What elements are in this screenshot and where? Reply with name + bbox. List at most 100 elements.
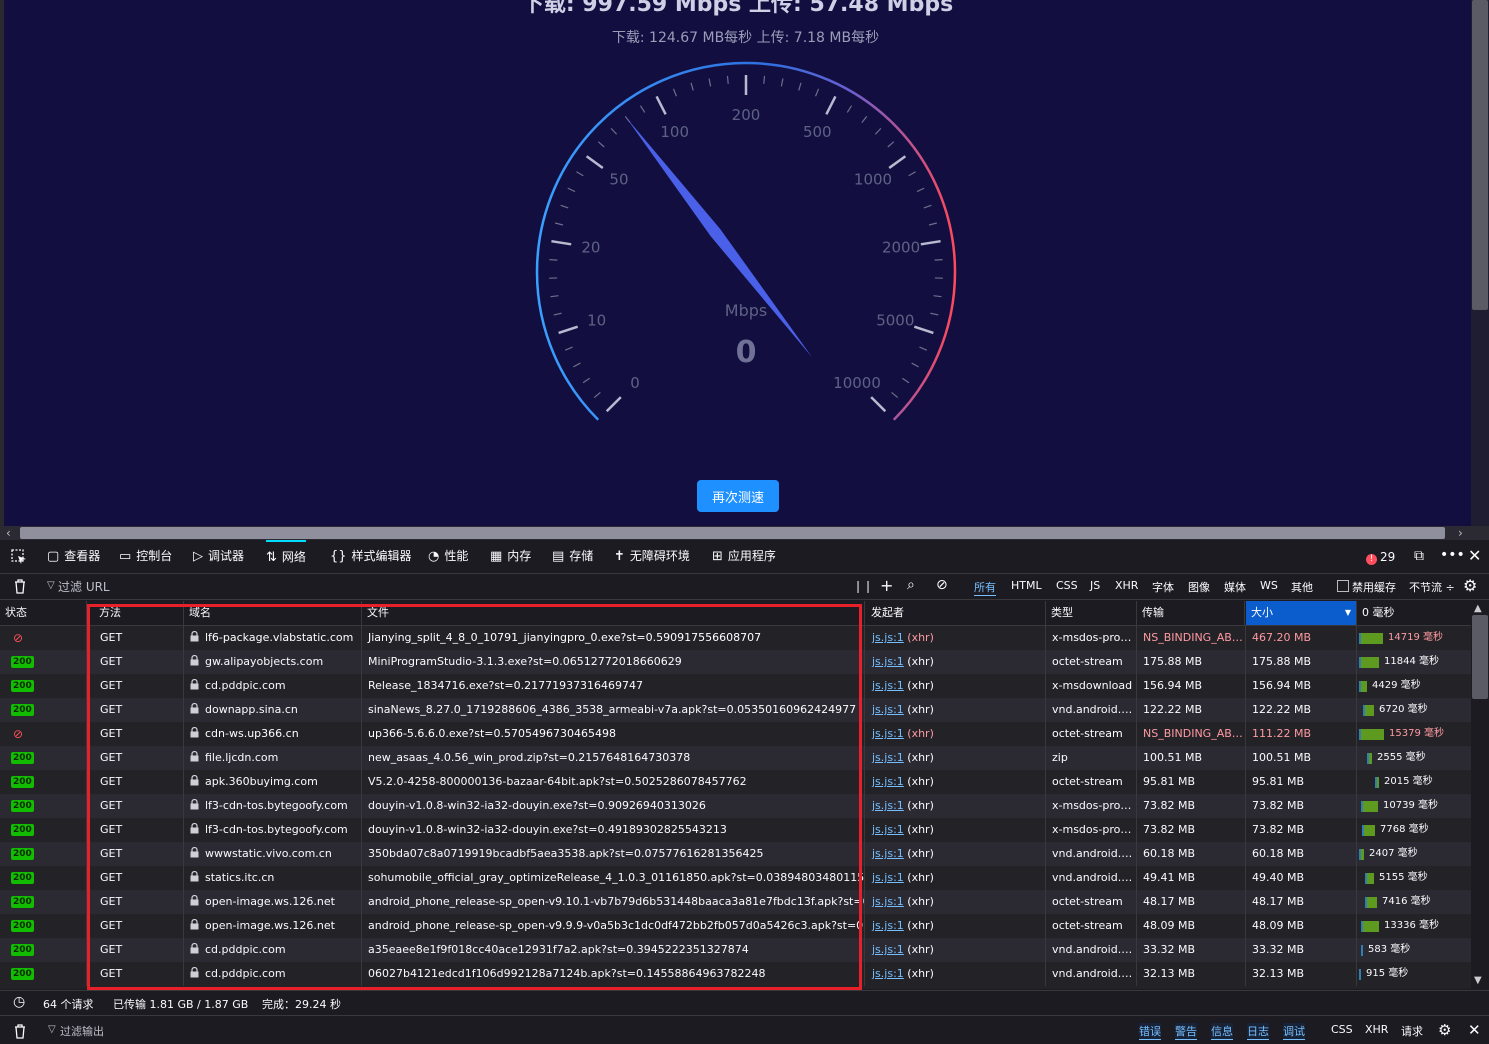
- col-waterfall[interactable]: 0 毫秒: [1357, 601, 1471, 625]
- initiator-link[interactable]: js.js:1: [872, 703, 904, 716]
- retest-button[interactable]: 再次测速: [697, 480, 779, 512]
- file-cell: android_phone_release-sp_open-v9.9.9-v0a…: [362, 914, 865, 938]
- initiator-link[interactable]: js.js:1: [872, 679, 904, 692]
- col-file[interactable]: 文件: [362, 601, 865, 625]
- filter-url-input[interactable]: [38, 576, 850, 598]
- table-row[interactable]: 200GETgw.alipayobjects.comMiniProgramStu…: [0, 650, 1471, 674]
- type-filter-1[interactable]: HTML: [1011, 579, 1042, 592]
- search-icon[interactable]: ⌕: [907, 577, 915, 593]
- type-filter-5[interactable]: 字体: [1152, 579, 1174, 595]
- type-filter-7[interactable]: 媒体: [1224, 579, 1246, 595]
- add-icon[interactable]: +: [880, 576, 893, 595]
- settings-gear-icon[interactable]: ⚙: [1463, 576, 1477, 595]
- console-extra-2[interactable]: 请求: [1401, 1023, 1423, 1039]
- initiator-link[interactable]: js.js:1: [872, 727, 904, 740]
- checkbox-box[interactable]: [1337, 580, 1349, 592]
- initiator-link[interactable]: js.js:1: [872, 871, 904, 884]
- initiator-link[interactable]: js.js:1: [872, 775, 904, 788]
- type-filter-0[interactable]: 所有: [974, 579, 996, 596]
- block-icon[interactable]: ⊘: [936, 577, 948, 593]
- col-status[interactable]: 状态: [0, 601, 87, 625]
- type-filter-8[interactable]: WS: [1260, 579, 1278, 592]
- trash-icon[interactable]: [13, 578, 27, 594]
- col-initiator[interactable]: 发起者: [866, 601, 1046, 625]
- table-row[interactable]: 200GETcd.pddpic.comRelease_1834716.exe?s…: [0, 674, 1471, 698]
- table-row[interactable]: 200GETapk.360buyimg.comV5.2.0-4258-80000…: [0, 770, 1471, 794]
- tab-performance[interactable]: ◔性能: [428, 540, 468, 573]
- element-picker-icon[interactable]: [11, 549, 27, 565]
- clear-console-trash-icon[interactable]: [13, 1023, 27, 1039]
- table-row[interactable]: 200GETlf3-cdn-tos.bytegoofy.comdouyin-v1…: [0, 794, 1471, 818]
- table-row[interactable]: 200GETopen-image.ws.126.netandroid_phone…: [0, 890, 1471, 914]
- console-level-4[interactable]: 调试: [1283, 1023, 1305, 1040]
- initiator-link[interactable]: js.js:1: [872, 847, 904, 860]
- scroll-left-arrow-icon[interactable]: ‹: [6, 526, 11, 540]
- col-method[interactable]: 方法: [94, 601, 184, 625]
- console-level-1[interactable]: 警告: [1175, 1023, 1197, 1040]
- close-icon[interactable]: ✕: [1468, 546, 1481, 565]
- type-filter-6[interactable]: 图像: [1188, 579, 1210, 595]
- scrollbar-thumb[interactable]: [1472, 0, 1488, 310]
- scroll-up-arrow-icon[interactable]: ▲: [1474, 603, 1482, 614]
- initiator-link[interactable]: js.js:1: [872, 943, 904, 956]
- scroll-right-arrow-icon[interactable]: ›: [1458, 526, 1463, 540]
- console-icon: ▭: [119, 540, 131, 573]
- initiator-link[interactable]: js.js:1: [872, 823, 904, 836]
- scroll-down-arrow-icon[interactable]: ▼: [1474, 975, 1482, 986]
- tab-accessibility[interactable]: ✝无障碍环境: [614, 540, 690, 573]
- scrollbar-thumb[interactable]: [20, 527, 1445, 539]
- table-row[interactable]: ⊘GETlf6-package.vlabstatic.comJianying_s…: [0, 626, 1471, 650]
- initiator-link[interactable]: js.js:1: [872, 895, 904, 908]
- initiator-link[interactable]: js.js:1: [872, 799, 904, 812]
- dock-icon[interactable]: ⧉: [1414, 548, 1424, 564]
- initiator-link[interactable]: js.js:1: [872, 919, 904, 932]
- table-row[interactable]: 200GETopen-image.ws.126.netandroid_phone…: [0, 914, 1471, 938]
- initiator-link[interactable]: js.js:1: [872, 751, 904, 764]
- col-size[interactable]: 大小▼: [1246, 601, 1357, 625]
- pause-icon[interactable]: ❘❘: [853, 579, 873, 593]
- console-settings-gear-icon[interactable]: ⚙: [1438, 1021, 1451, 1039]
- page-horizontal-scrollbar[interactable]: ‹ ›: [0, 526, 1489, 540]
- initiator-link[interactable]: js.js:1: [872, 631, 904, 644]
- throttle-select[interactable]: 不节流 ÷: [1409, 579, 1455, 595]
- disable-cache-checkbox[interactable]: 禁用缓存: [1337, 579, 1396, 595]
- col-transferred[interactable]: 传输: [1137, 601, 1245, 625]
- tab-storage[interactable]: ▤存储: [552, 540, 593, 573]
- console-extra-0[interactable]: CSS: [1331, 1023, 1353, 1036]
- tab-inspector[interactable]: ▢查看器: [47, 540, 100, 573]
- table-row[interactable]: 200GETlf3-cdn-tos.bytegoofy.comdouyin-v1…: [0, 818, 1471, 842]
- initiator-link[interactable]: js.js:1: [872, 967, 904, 980]
- table-row[interactable]: 200GETfile.ljcdn.comnew_asaas_4.0.56_win…: [0, 746, 1471, 770]
- table-row[interactable]: ⊘GETcdn-ws.up366.cnup366-5.6.6.0.exe?st=…: [0, 722, 1471, 746]
- table-row[interactable]: 200GETcd.pddpic.coma35eaee8e1f9f018cc40a…: [0, 938, 1471, 962]
- tab-application[interactable]: ⊞应用程序: [712, 540, 776, 573]
- table-row[interactable]: 200GETdownapp.sina.cnsinaNews_8.27.0_171…: [0, 698, 1471, 722]
- console-level-2[interactable]: 信息: [1211, 1023, 1233, 1040]
- tab-style-editor[interactable]: {}样式编辑器: [330, 540, 412, 573]
- waterfall-cell: 11844 毫秒: [1357, 650, 1471, 674]
- tab-memory[interactable]: ▦内存: [490, 540, 531, 573]
- table-row[interactable]: 200GETwwwstatic.vivo.com.cn350bda07c8a07…: [0, 842, 1471, 866]
- scrollbar-thumb[interactable]: [1472, 615, 1488, 699]
- table-row[interactable]: 200GETstatics.itc.cnsohumobile_official_…: [0, 866, 1471, 890]
- tab-console[interactable]: ▭控制台: [119, 540, 172, 573]
- table-vertical-scrollbar[interactable]: ▲ ▼: [1471, 601, 1489, 989]
- console-level-0[interactable]: 错误: [1139, 1023, 1161, 1040]
- error-count-badge[interactable]: !29: [1366, 550, 1395, 565]
- col-domain[interactable]: 域名: [184, 601, 362, 625]
- col-type[interactable]: 类型: [1046, 601, 1137, 625]
- type-filter-3[interactable]: JS: [1090, 579, 1100, 592]
- console-extra-1[interactable]: XHR: [1365, 1023, 1388, 1036]
- console-level-3[interactable]: 日志: [1247, 1023, 1269, 1040]
- type-filter-2[interactable]: CSS: [1056, 579, 1078, 592]
- page-vertical-scrollbar[interactable]: [1471, 0, 1489, 526]
- console-close-icon[interactable]: ✕: [1468, 1021, 1481, 1039]
- tab-network[interactable]: ⇅网络: [266, 540, 306, 573]
- type-filter-4[interactable]: XHR: [1115, 579, 1138, 592]
- initiator-link[interactable]: js.js:1: [872, 655, 904, 668]
- more-options-icon[interactable]: •••: [1440, 547, 1465, 563]
- table-row[interactable]: 200GETcd.pddpic.com06027b4121edcd1f106d9…: [0, 962, 1471, 986]
- type-filter-9[interactable]: 其他: [1291, 579, 1313, 595]
- console-filter-input[interactable]: [40, 1020, 662, 1042]
- tab-debugger[interactable]: ▷调试器: [193, 540, 244, 573]
